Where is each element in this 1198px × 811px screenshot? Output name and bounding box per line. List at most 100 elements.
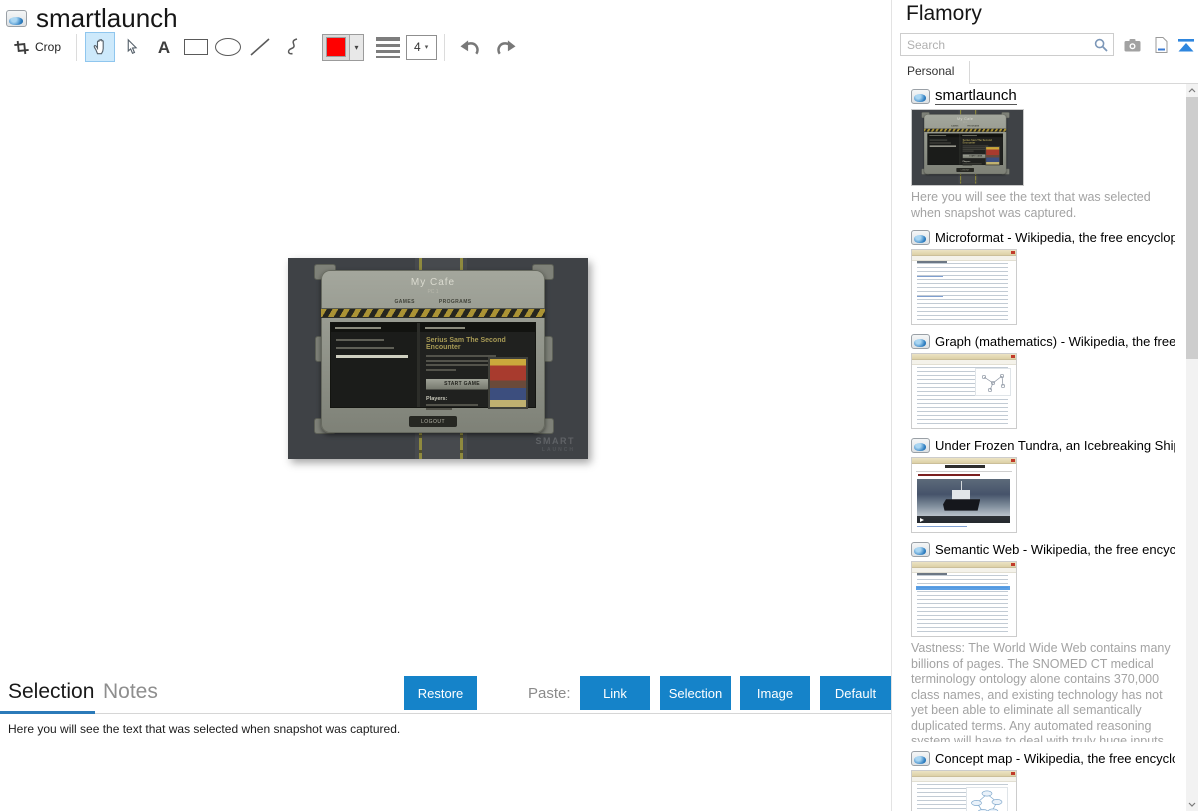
text-tool[interactable]: A <box>149 32 179 62</box>
browser-chrome <box>912 562 1016 568</box>
icebreaker-ship-photo <box>917 479 1010 523</box>
item-note: Here you will see the text that was sele… <box>911 190 1151 220</box>
list-item-smartlaunch[interactable]: smartlaunch My Cafe PC 1 GAMESPROGRAMS <box>911 87 1175 221</box>
size-dropdown-arrow: ▾ <box>424 44 429 51</box>
list-item-microformat[interactable]: Microformat - Wikipedia, the free encycl… <box>911 230 1175 325</box>
color-picker[interactable]: ▾ <box>322 33 365 61</box>
scroll-up-arrow[interactable] <box>1186 84 1198 97</box>
flamory-sidebar: Flamory Personal <box>891 0 1198 811</box>
search-icon[interactable] <box>1094 38 1108 52</box>
search-box[interactable] <box>900 33 1114 56</box>
item-title[interactable]: Semantic Web - Wikipedia, the free encyc… <box>935 542 1175 557</box>
item-note: Vastness: The World Wide Web contains ma… <box>911 641 1171 742</box>
app-title: Flamory <box>906 2 982 25</box>
snapshot-thumbnail[interactable] <box>911 770 1017 811</box>
concept-map-figure <box>966 787 1008 811</box>
scribble-icon <box>283 37 301 57</box>
select-arrow-tool[interactable] <box>117 32 147 62</box>
crop-tool[interactable]: Crop <box>7 32 68 62</box>
camera-capture-icon[interactable] <box>1122 36 1142 54</box>
line-width-value: 4 <box>414 40 421 54</box>
editor-header: smartlaunch <box>6 2 178 34</box>
line-width-dropdown[interactable]: 4 ▾ <box>406 34 438 60</box>
browser-chrome <box>912 458 1016 464</box>
snapshot-icon <box>911 438 930 453</box>
smartlaunch-screenshot: My Cafe PC 1 GAMES PROGRAMS Serius Sam T… <box>288 258 588 459</box>
tab-notes[interactable]: Notes <box>103 680 158 704</box>
launcher-screen: Serius Sam The Second Encounter START GA… <box>330 322 536 410</box>
snapshot-thumbnail[interactable] <box>911 249 1017 325</box>
snapshot-thumbnail[interactable] <box>911 457 1017 533</box>
flamory-collapse-icon[interactable] <box>1176 36 1196 54</box>
item-title[interactable]: Under Frozen Tundra, an Icebreaking Ship… <box>935 438 1175 453</box>
crop-icon <box>14 40 29 55</box>
line-icon <box>249 37 271 57</box>
sidebar-scrollbar[interactable] <box>1186 84 1198 811</box>
hand-icon <box>91 37 110 57</box>
game-details-panel: Serius Sam The Second Encounter START GA… <box>420 323 535 410</box>
undo-icon <box>458 38 482 57</box>
pan-hand-tool[interactable] <box>85 32 116 62</box>
paste-default-button[interactable]: Default <box>820 676 891 710</box>
item-title[interactable]: Concept map - Wikipedia, the free encycl… <box>935 751 1175 766</box>
snapshot-icon <box>911 230 930 245</box>
snapshot-icon <box>911 88 930 104</box>
list-item-frozen-tundra[interactable]: Under Frozen Tundra, an Icebreaking Ship… <box>911 438 1175 533</box>
color-dropdown-arrow[interactable]: ▾ <box>349 34 364 60</box>
smartlaunch-thumb-render: My Cafe PC 1 GAMES PROGRAMS Serius Sam T… <box>912 110 1023 184</box>
canvas-image[interactable]: My Cafe PC 1 GAMES PROGRAMS Serius Sam T… <box>288 258 588 459</box>
flamory-logo-icon <box>6 9 27 27</box>
item-title[interactable]: Microformat - Wikipedia, the free encycl… <box>935 230 1175 245</box>
list-item-concept-map[interactable]: Concept map - Wikipedia, the free encycl… <box>911 751 1175 811</box>
headline-placeholder <box>918 474 980 476</box>
browser-chrome <box>912 354 1016 360</box>
sidebar-tabbar: Personal <box>892 61 1198 84</box>
paste-link-button[interactable]: Link <box>580 676 650 710</box>
pen-scribble-tool[interactable] <box>277 32 307 62</box>
text-tool-icon: A <box>157 37 171 57</box>
panel-divider <box>0 713 891 714</box>
ellipse-icon <box>215 38 242 56</box>
snapshot-thumbnail[interactable] <box>911 353 1017 429</box>
snapshot-icon <box>911 334 930 349</box>
page-text-placeholder <box>917 575 1008 633</box>
cafe-title: My Cafe <box>410 277 456 288</box>
list-item-graph-mathematics[interactable]: Graph (mathematics) - Wikipedia, the fre… <box>911 334 1175 429</box>
rule-line <box>916 471 1012 472</box>
game-item-placeholder <box>336 347 394 349</box>
redo-button[interactable] <box>491 32 521 62</box>
snapshot-list[interactable]: smartlaunch My Cafe PC 1 GAMESPROGRAMS <box>892 87 1175 811</box>
line-tool[interactable] <box>245 32 275 62</box>
item-title[interactable]: Graph (mathematics) - Wikipedia, the fre… <box>935 334 1175 349</box>
scroll-down-arrow[interactable] <box>1186 798 1198 811</box>
scrollbar-thumb[interactable] <box>1186 97 1198 359</box>
logout-button: LOGOUT <box>409 416 457 427</box>
list-item-semantic-web[interactable]: Semantic Web - Wikipedia, the free encyc… <box>911 542 1175 742</box>
browser-navbar <box>912 360 1016 365</box>
tab-personal[interactable]: Personal <box>892 61 971 84</box>
link-placeholder <box>917 276 943 277</box>
undo-button[interactable] <box>455 32 485 62</box>
ellipse-tool[interactable] <box>213 32 243 62</box>
paste-image-button[interactable]: Image <box>740 676 810 710</box>
paste-selection-button[interactable]: Selection <box>660 676 731 710</box>
tab-selection[interactable]: Selection <box>8 680 94 704</box>
cursor-arrow-icon <box>123 37 141 57</box>
page-text-placeholder <box>917 263 1008 321</box>
paste-label: Paste: <box>528 685 571 702</box>
selection-text: Here you will see the text that was sele… <box>8 722 401 736</box>
snapshot-thumbnail[interactable]: My Cafe PC 1 GAMES PROGRAMS Serius Sam T… <box>911 109 1024 186</box>
active-tab-underline <box>0 711 95 714</box>
item-title[interactable]: smartlaunch <box>935 87 1017 105</box>
browser-chrome <box>912 771 1016 777</box>
search-input[interactable] <box>901 37 1094 52</box>
snapshot-thumbnail[interactable] <box>911 561 1017 637</box>
smartlaunch-brand: SMART LAUNCH <box>535 436 575 454</box>
redo-icon <box>494 38 518 57</box>
programs-tab: PROGRAMS <box>438 299 472 305</box>
toolbar-separator <box>444 33 446 61</box>
browser-chrome <box>912 250 1016 256</box>
restore-button[interactable]: Restore <box>404 676 477 710</box>
new-note-icon[interactable] <box>1151 36 1171 54</box>
rectangle-tool[interactable] <box>181 32 211 62</box>
